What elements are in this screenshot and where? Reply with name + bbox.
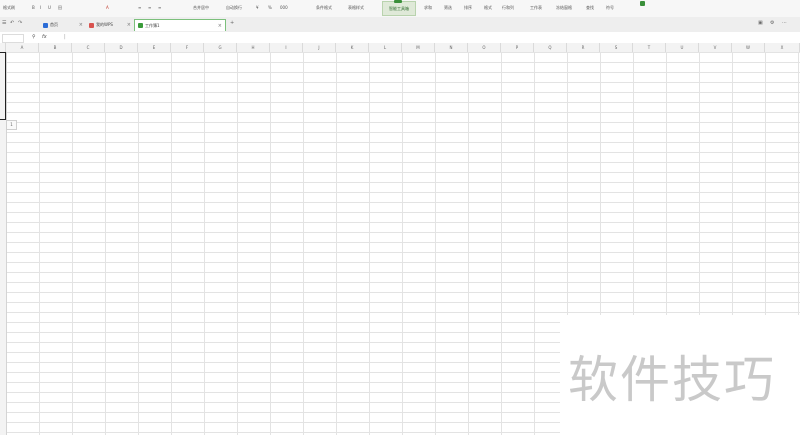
column-header[interactable]: N <box>435 43 468 52</box>
column-header[interactable]: W <box>732 43 765 52</box>
column-header[interactable]: T <box>633 43 666 52</box>
worksheet-button[interactable]: 工作表 <box>530 5 542 10</box>
format-button[interactable]: 格式 <box>484 5 492 10</box>
font-color-button[interactable]: A <box>106 5 109 10</box>
sum-button[interactable]: 求和 <box>424 5 432 10</box>
column-header[interactable]: K <box>336 43 369 52</box>
wps-logo-icon <box>89 22 94 28</box>
function-icon[interactable] <box>640 1 645 6</box>
currency-button[interactable]: ¥ <box>256 5 259 10</box>
sort-button[interactable]: 排序 <box>464 5 472 10</box>
row-marker[interactable]: 1 <box>6 120 17 130</box>
column-header[interactable]: R <box>567 43 600 52</box>
fx-label[interactable]: fx <box>42 34 47 40</box>
document-tab-bar: ☰ ↶ ↷ 首页 × 我的WPS × 工作簿1 × + ▣ ⚙ ⋯ <box>0 17 800 33</box>
spreadsheet-icon <box>138 23 143 28</box>
column-header[interactable]: Q <box>534 43 567 52</box>
freeze-panes-button[interactable]: 冻结窗格 <box>556 5 572 10</box>
column-header[interactable]: A <box>6 43 39 52</box>
column-header[interactable]: P <box>501 43 534 52</box>
bold-button[interactable]: B <box>32 5 35 10</box>
menu-icon[interactable]: ☰ <box>2 20 6 26</box>
smart-toolbox-icon <box>394 0 402 3</box>
column-header[interactable]: U <box>666 43 699 52</box>
column-header[interactable]: X <box>765 43 800 52</box>
new-tab-icon[interactable]: + <box>230 20 234 26</box>
watermark-text: 软件技巧 <box>568 351 776 409</box>
align-right-button[interactable]: ≡ <box>158 5 161 10</box>
column-header[interactable]: V <box>699 43 732 52</box>
tab-home[interactable]: 首页 × <box>40 19 86 31</box>
merge-center-button[interactable]: 合并居中 <box>193 5 209 10</box>
column-header[interactable]: C <box>72 43 105 52</box>
align-left-button[interactable]: ≡ <box>138 5 141 10</box>
selected-cell-range[interactable] <box>0 52 6 120</box>
close-icon[interactable]: × <box>218 23 222 29</box>
column-header[interactable]: H <box>237 43 270 52</box>
formula-input[interactable]: | <box>64 34 66 40</box>
window-icon[interactable]: ▣ <box>758 20 763 26</box>
home-icon <box>43 22 48 28</box>
table-style-button[interactable]: 表格样式 <box>348 5 364 10</box>
rows-columns-button[interactable]: 行和列 <box>502 5 514 10</box>
close-icon[interactable]: × <box>79 22 83 28</box>
column-header[interactable]: S <box>600 43 633 52</box>
smart-toolbox-button[interactable]: 智能工具箱 <box>382 1 416 16</box>
align-center-button[interactable]: ≡ <box>148 5 151 10</box>
more-icon[interactable]: ⋯ <box>782 20 787 26</box>
search-icon[interactable]: ⚲ <box>32 34 36 40</box>
column-header[interactable]: I <box>270 43 303 52</box>
column-header[interactable]: E <box>138 43 171 52</box>
filter-button[interactable]: 筛选 <box>444 5 452 10</box>
redo-icon[interactable]: ↷ <box>18 20 22 26</box>
symbol-button[interactable]: 符号 <box>606 5 614 10</box>
settings-icon[interactable]: ⚙ <box>770 20 774 26</box>
column-header[interactable]: D <box>105 43 138 52</box>
thousands-button[interactable]: 000 <box>280 5 288 10</box>
undo-icon[interactable]: ↶ <box>10 20 14 26</box>
percent-button[interactable]: % <box>268 5 272 10</box>
italic-button[interactable]: I <box>40 5 41 10</box>
ribbon-toolbar: 格式刷 B I U 田 A ≡ ≡ ≡ 合并居中 自动换行 ¥ % 000 条件… <box>0 0 800 18</box>
border-button[interactable]: 田 <box>58 5 62 10</box>
column-header[interactable]: O <box>468 43 501 52</box>
close-icon[interactable]: × <box>127 22 131 28</box>
tab-workbook[interactable]: 工作簿1 × <box>134 19 226 31</box>
column-header[interactable]: B <box>39 43 72 52</box>
column-header[interactable]: M <box>402 43 435 52</box>
find-button[interactable]: 查找 <box>586 5 594 10</box>
tab-my-wps[interactable]: 我的WPS × <box>86 19 134 31</box>
column-header[interactable]: J <box>303 43 336 52</box>
column-header[interactable]: G <box>204 43 237 52</box>
underline-button[interactable]: U <box>48 5 51 10</box>
name-box[interactable] <box>2 34 24 43</box>
conditional-format-button[interactable]: 条件格式 <box>316 5 332 10</box>
column-header[interactable]: L <box>369 43 402 52</box>
wrap-text-button[interactable]: 自动换行 <box>226 5 242 10</box>
column-header[interactable]: F <box>171 43 204 52</box>
format-painter-button[interactable]: 格式刷 <box>3 5 15 10</box>
